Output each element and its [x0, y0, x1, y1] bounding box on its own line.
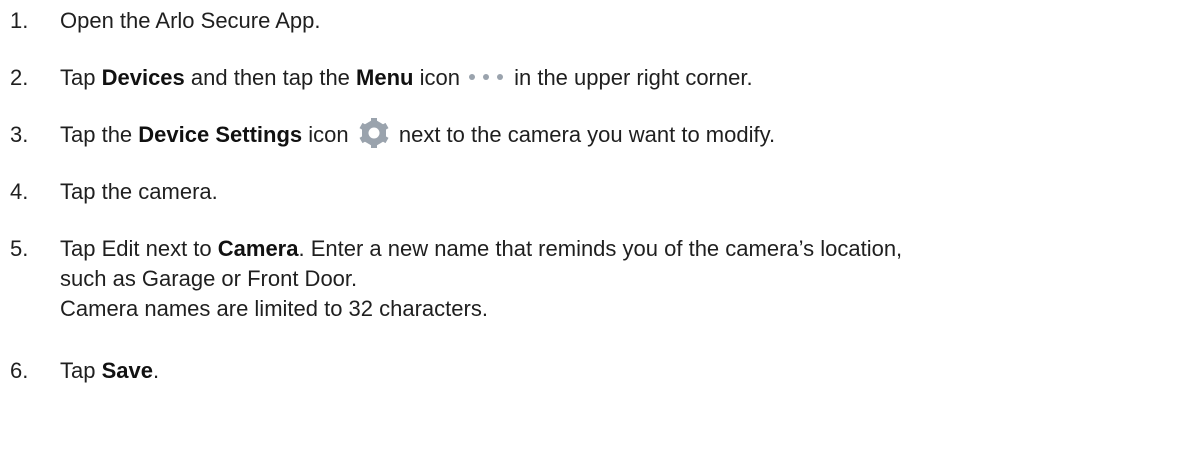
step-text-part: Tap	[60, 65, 102, 90]
step-text-part: and then tap the	[184, 65, 357, 90]
step-text: Tap Save.	[60, 356, 1184, 386]
step-text-part: . Enter a new name that reminds you of t…	[298, 236, 903, 261]
ui-term-device-settings: Device Settings	[138, 122, 303, 147]
step-number: 5.	[10, 236, 29, 261]
ui-term-save: Save	[101, 358, 153, 383]
step-text-part: Tap	[60, 358, 102, 383]
step-text: Tap the Device Settings icon next to the…	[60, 118, 1184, 151]
step-number: 3.	[10, 122, 29, 147]
step-text-part: icon	[302, 122, 349, 147]
step-text-part: Tap the camera.	[60, 179, 218, 204]
step-number: 4.	[10, 179, 29, 204]
step-text-part: Open the Arlo Secure App.	[60, 8, 321, 33]
step-text: Tap Devices and then tap the Menu icon i…	[60, 63, 1184, 93]
step-text-part: Tap Edit next to	[60, 236, 218, 261]
ui-term-devices: Devices	[101, 65, 185, 90]
step-text: Tap Edit next to Camera. Enter a new nam…	[60, 234, 1184, 324]
gear-icon	[359, 118, 389, 149]
step-text-part: Tap the	[60, 122, 139, 147]
step-number: 1.	[10, 8, 29, 33]
step-number: 6.	[10, 358, 29, 383]
step-text: Open the Arlo Secure App.	[60, 6, 1184, 36]
ui-term-camera: Camera	[217, 236, 299, 261]
step-text-part: next to the camera you want to modify.	[392, 122, 776, 147]
step-text-part: .	[152, 358, 160, 383]
step-number: 2.	[10, 65, 29, 90]
step-note: Camera names are limited to 32 character…	[60, 296, 488, 321]
step-text-part: icon	[413, 65, 460, 90]
step-text: Tap the camera.	[60, 177, 1184, 207]
step-text-line: such as Garage or Front Door.	[60, 266, 358, 291]
step-text-part: in the upper right corner.	[507, 65, 753, 90]
ui-term-menu: Menu	[356, 65, 414, 90]
more-horizontal-dots-icon	[468, 74, 503, 81]
step-text-line: Tap Edit next to Camera. Enter a new nam…	[60, 234, 1184, 264]
